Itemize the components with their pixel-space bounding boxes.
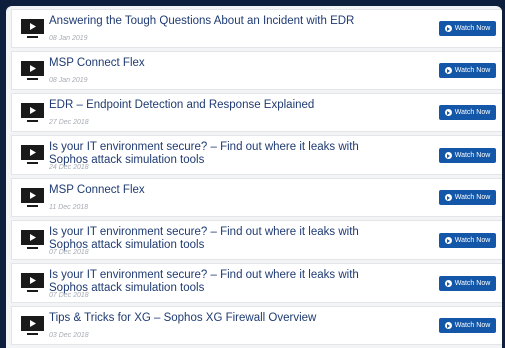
list-item: MSP Connect Flex 08 Jan 2019 Watch Now — [11, 51, 502, 90]
webinar-title[interactable]: Is your IT environment secure? – Find ou… — [49, 269, 369, 294]
webinar-date: 03 Dec 2018 — [49, 332, 89, 339]
list-item: MSP Connect Flex 11 Dec 2018 Watch Now — [11, 178, 502, 217]
list-item: Is your IT environment secure? – Find ou… — [11, 220, 502, 260]
button-label: Watch Now — [454, 194, 491, 201]
webinar-date: 27 Dec 2018 — [49, 119, 89, 126]
webinar-title[interactable]: EDR – Endpoint Detection and Response Ex… — [49, 99, 369, 112]
list-item: Answering the Tough Questions About an I… — [11, 9, 502, 48]
webinar-title[interactable]: Tips & Tricks for XG – Sophos XG Firewal… — [49, 312, 369, 325]
watch-now-button[interactable]: Watch Now — [439, 63, 496, 78]
play-icon — [444, 237, 452, 244]
webinar-date: 07 Dec 2018 — [49, 249, 89, 256]
monitor-icon — [21, 273, 44, 292]
webinar-title[interactable]: MSP Connect Flex — [49, 57, 369, 70]
monitor-icon — [21, 19, 44, 38]
monitor-icon — [21, 230, 44, 249]
webinar-date: 11 Dec 2018 — [49, 204, 89, 211]
watch-now-button[interactable]: Watch Now — [439, 233, 496, 248]
play-icon — [444, 67, 452, 74]
button-label: Watch Now — [454, 237, 491, 244]
play-icon — [444, 322, 452, 329]
button-label: Watch Now — [454, 152, 491, 159]
list-item: Is your IT environment secure? – Find ou… — [11, 135, 502, 175]
webinar-title[interactable]: Is your IT environment secure? – Find ou… — [49, 141, 369, 166]
watch-now-button[interactable]: Watch Now — [439, 148, 496, 163]
webinar-date: 08 Jan 2019 — [49, 77, 88, 84]
play-icon — [444, 280, 452, 287]
play-icon — [444, 152, 452, 159]
watch-now-button[interactable]: Watch Now — [439, 318, 496, 333]
button-label: Watch Now — [454, 25, 491, 32]
monitor-icon — [21, 188, 44, 207]
watch-now-button[interactable]: Watch Now — [439, 105, 496, 120]
play-icon — [444, 109, 452, 116]
button-label: Watch Now — [454, 322, 491, 329]
webinar-title[interactable]: Is your IT environment secure? – Find ou… — [49, 226, 369, 251]
watch-now-button[interactable]: Watch Now — [439, 276, 496, 291]
webinar-panel: Answering the Tough Questions About an I… — [6, 6, 502, 348]
monitor-icon — [21, 61, 44, 80]
webinar-list: Answering the Tough Questions About an I… — [11, 9, 502, 348]
button-label: Watch Now — [454, 67, 491, 74]
button-label: Watch Now — [454, 109, 491, 116]
watch-now-button[interactable]: Watch Now — [439, 190, 496, 205]
webinar-title[interactable]: Answering the Tough Questions About an I… — [49, 15, 369, 28]
watch-now-button[interactable]: Watch Now — [439, 21, 496, 36]
webinar-date: 08 Jan 2019 — [49, 35, 88, 42]
list-item: Is your IT environment secure? – Find ou… — [11, 263, 502, 303]
monitor-icon — [21, 316, 44, 335]
webinar-date: 07 Dec 2018 — [49, 292, 89, 299]
list-item: EDR – Endpoint Detection and Response Ex… — [11, 93, 502, 132]
play-icon — [444, 194, 452, 201]
monitor-icon — [21, 145, 44, 164]
list-item: Tips & Tricks for XG – Sophos XG Firewal… — [11, 306, 502, 345]
webinar-title[interactable]: MSP Connect Flex — [49, 184, 369, 197]
monitor-icon — [21, 103, 44, 122]
button-label: Watch Now — [454, 280, 491, 287]
play-icon — [444, 25, 452, 32]
webinar-date: 24 Dec 2018 — [49, 164, 89, 171]
